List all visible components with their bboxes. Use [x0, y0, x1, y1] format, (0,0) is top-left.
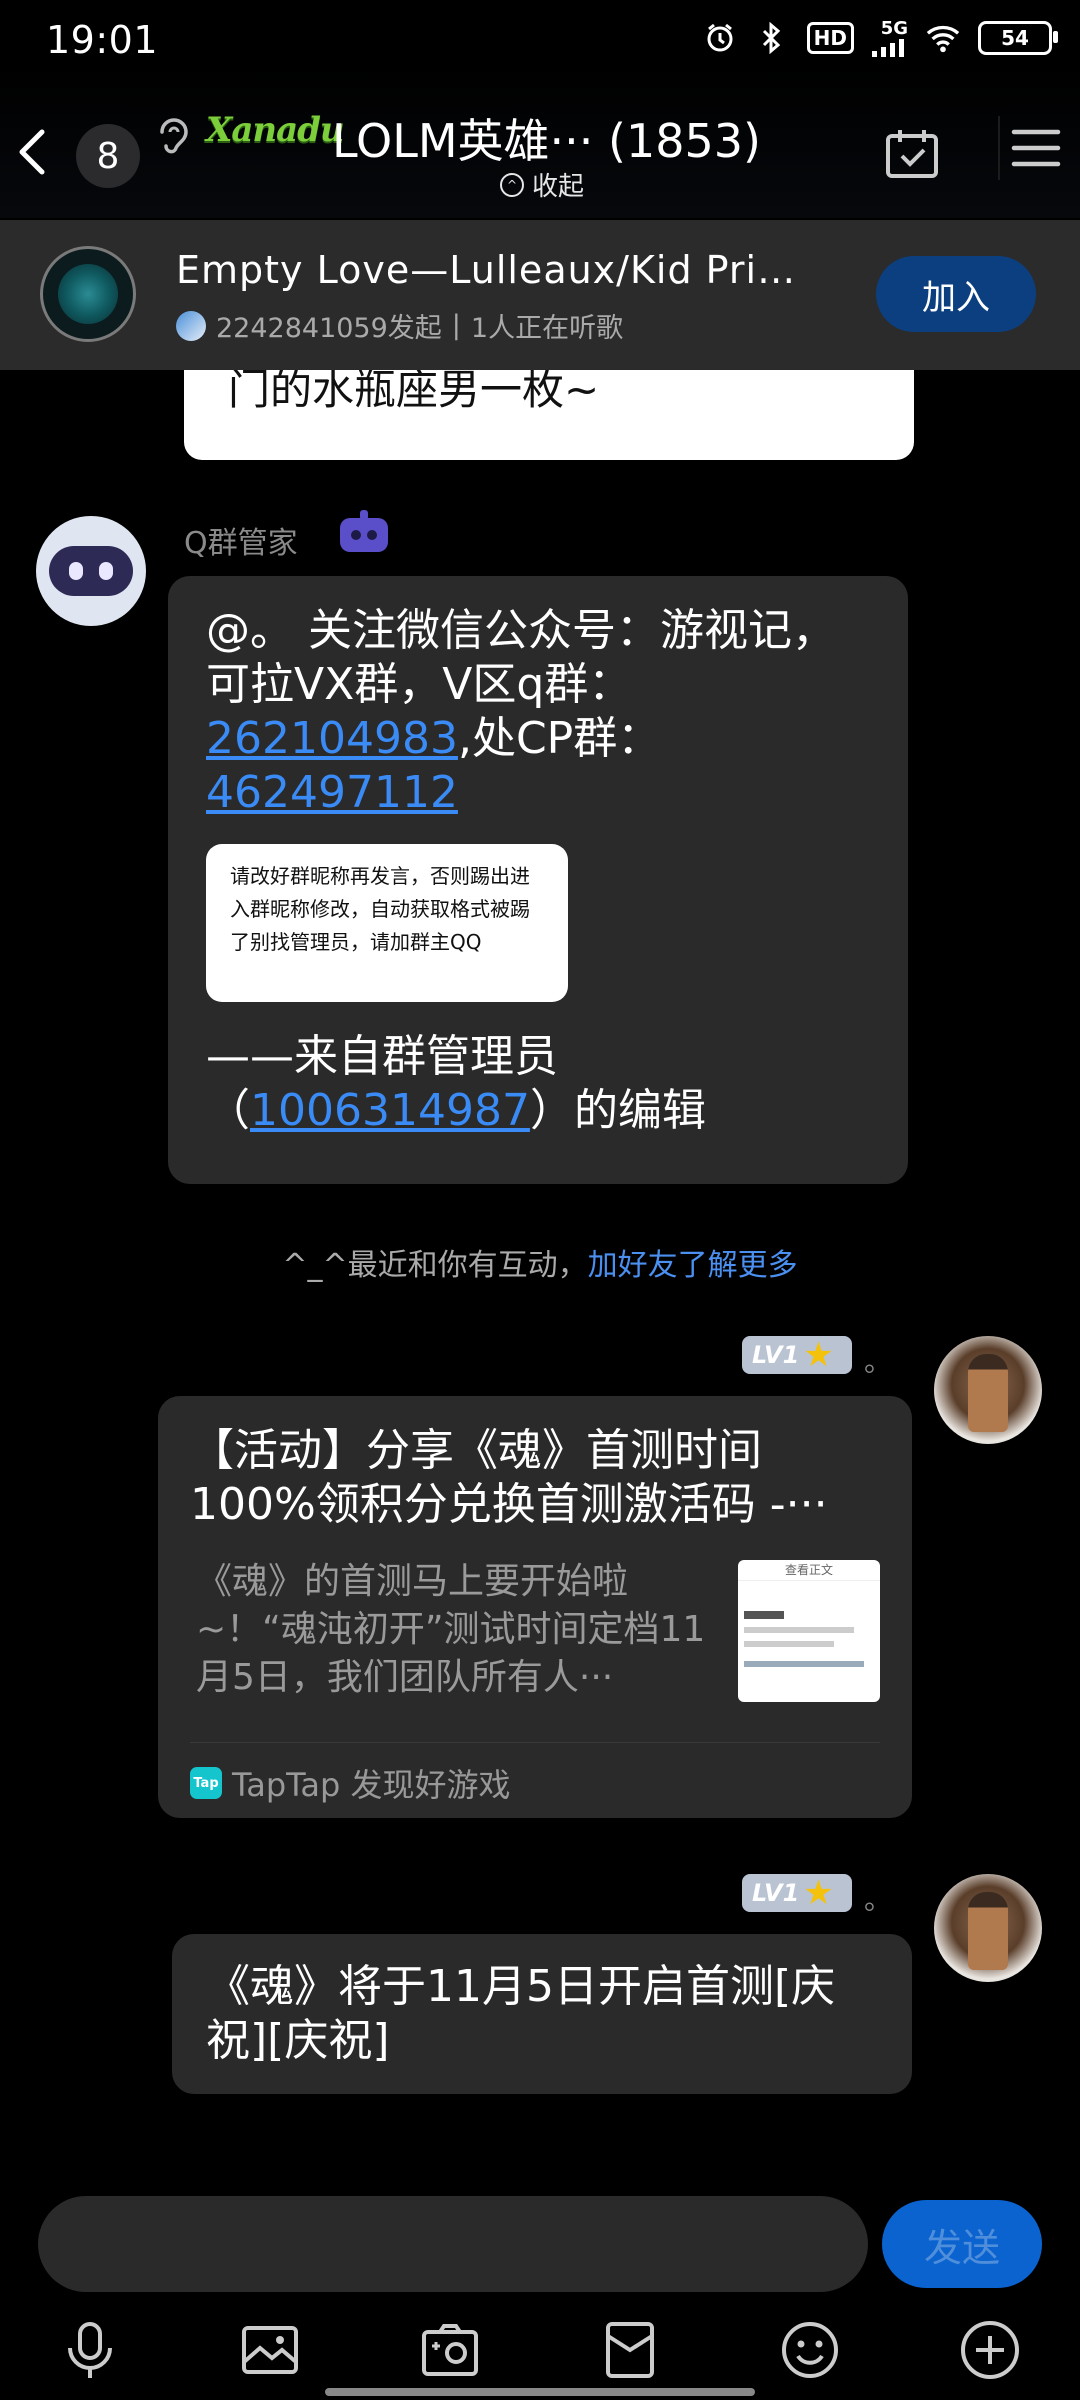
- menu-icon[interactable]: [998, 116, 1070, 180]
- share-title: 【活动】分享《魂》首测时间100%领积分兑换首测激活码 -···: [190, 1425, 828, 1530]
- red-packet-icon[interactable]: [598, 2318, 662, 2382]
- avatar[interactable]: [934, 1874, 1042, 1982]
- status-time: 19:01: [46, 18, 159, 62]
- group-number-link[interactable]: 462497112: [206, 767, 458, 818]
- bot-message-text: @。 关注微信公众号：游视记，可拉VX群，V区q群： 262104983,处CP…: [206, 605, 836, 818]
- send-button[interactable]: 发送: [882, 2200, 1042, 2288]
- group-title[interactable]: LOLM英雄··· (1853): [332, 105, 761, 171]
- avatar[interactable]: [934, 1336, 1042, 1444]
- sender-name: Q群管家: [184, 526, 298, 561]
- input-toolbar: [0, 2300, 1080, 2400]
- share-source: Tap TapTap 发现好游戏: [190, 1760, 511, 1806]
- star-icon: ★: [803, 1335, 834, 1375]
- collapse-button[interactable]: ^ 收起: [500, 166, 584, 203]
- level-badge: LV1 ★: [742, 1874, 852, 1912]
- taptap-icon: Tap: [190, 1767, 222, 1799]
- robot-icon: [336, 510, 392, 556]
- song-title: Empty Love—Lulleaux/Kid Prin···: [176, 248, 796, 292]
- image-icon[interactable]: [238, 2318, 302, 2382]
- bluetooth-icon: [755, 21, 789, 55]
- message-text: 《魂》将于11月5日开启首测[庆祝][庆祝]: [206, 1961, 836, 2066]
- alarm-icon: [703, 21, 737, 55]
- chevron-up-icon: ^: [500, 172, 524, 197]
- star-icon: ★: [803, 1873, 834, 1913]
- group-number-link[interactable]: 262104983: [206, 713, 458, 764]
- plus-icon[interactable]: [958, 2318, 1022, 2382]
- initiator-avatar: [176, 310, 206, 341]
- calendar-check-icon[interactable]: [880, 122, 944, 186]
- admin-qq-link[interactable]: 1006314987: [250, 1085, 530, 1136]
- join-button[interactable]: 加入: [876, 256, 1036, 332]
- share-thumbnail: 查看正文: [738, 1560, 880, 1702]
- camera-icon[interactable]: [418, 2318, 482, 2382]
- sender-name: 。: [864, 1345, 893, 1378]
- ear-icon[interactable]: [152, 116, 196, 160]
- signal-icon: 5G: [872, 18, 908, 57]
- level-badge: LV1 ★: [742, 1336, 852, 1374]
- back-icon[interactable]: [12, 122, 52, 182]
- bot-avatar[interactable]: [36, 516, 146, 626]
- divider: [190, 1742, 880, 1743]
- group-logo: Xanadu: [206, 110, 345, 150]
- unread-count-badge[interactable]: 8: [76, 124, 140, 188]
- sender-name: 。: [864, 1883, 893, 1916]
- emoji-icon[interactable]: [778, 2318, 842, 2382]
- song-info: 2242841059发起 | 1人正在听歌: [176, 306, 623, 345]
- system-tip: ^_^最近和你有互动，加好友了解更多: [282, 1248, 798, 1283]
- battery-icon: 54: [978, 20, 1058, 55]
- status-icons: HD 5G 54: [703, 18, 1058, 57]
- microphone-icon[interactable]: [58, 2318, 122, 2382]
- home-indicator[interactable]: [325, 2388, 755, 2396]
- wifi-icon: [926, 21, 960, 55]
- rule-card[interactable]: 请改好群昵称再发言，否则踢出进入群昵称修改，自动获取格式被踢了别找管理员，请加群…: [206, 844, 568, 1002]
- song-cover[interactable]: [40, 246, 136, 342]
- hd-icon: HD: [806, 21, 854, 54]
- add-friend-link[interactable]: 加好友了解更多: [588, 1248, 798, 1283]
- bot-message-footer: ——来自群管理员（1006314987）的编辑: [206, 1031, 706, 1136]
- share-description: 《魂》的首测马上要开始啦~！“魂沌初开”测试时间定档11月5日，我们团队所有人·…: [196, 1561, 706, 1698]
- message-input[interactable]: [38, 2196, 868, 2292]
